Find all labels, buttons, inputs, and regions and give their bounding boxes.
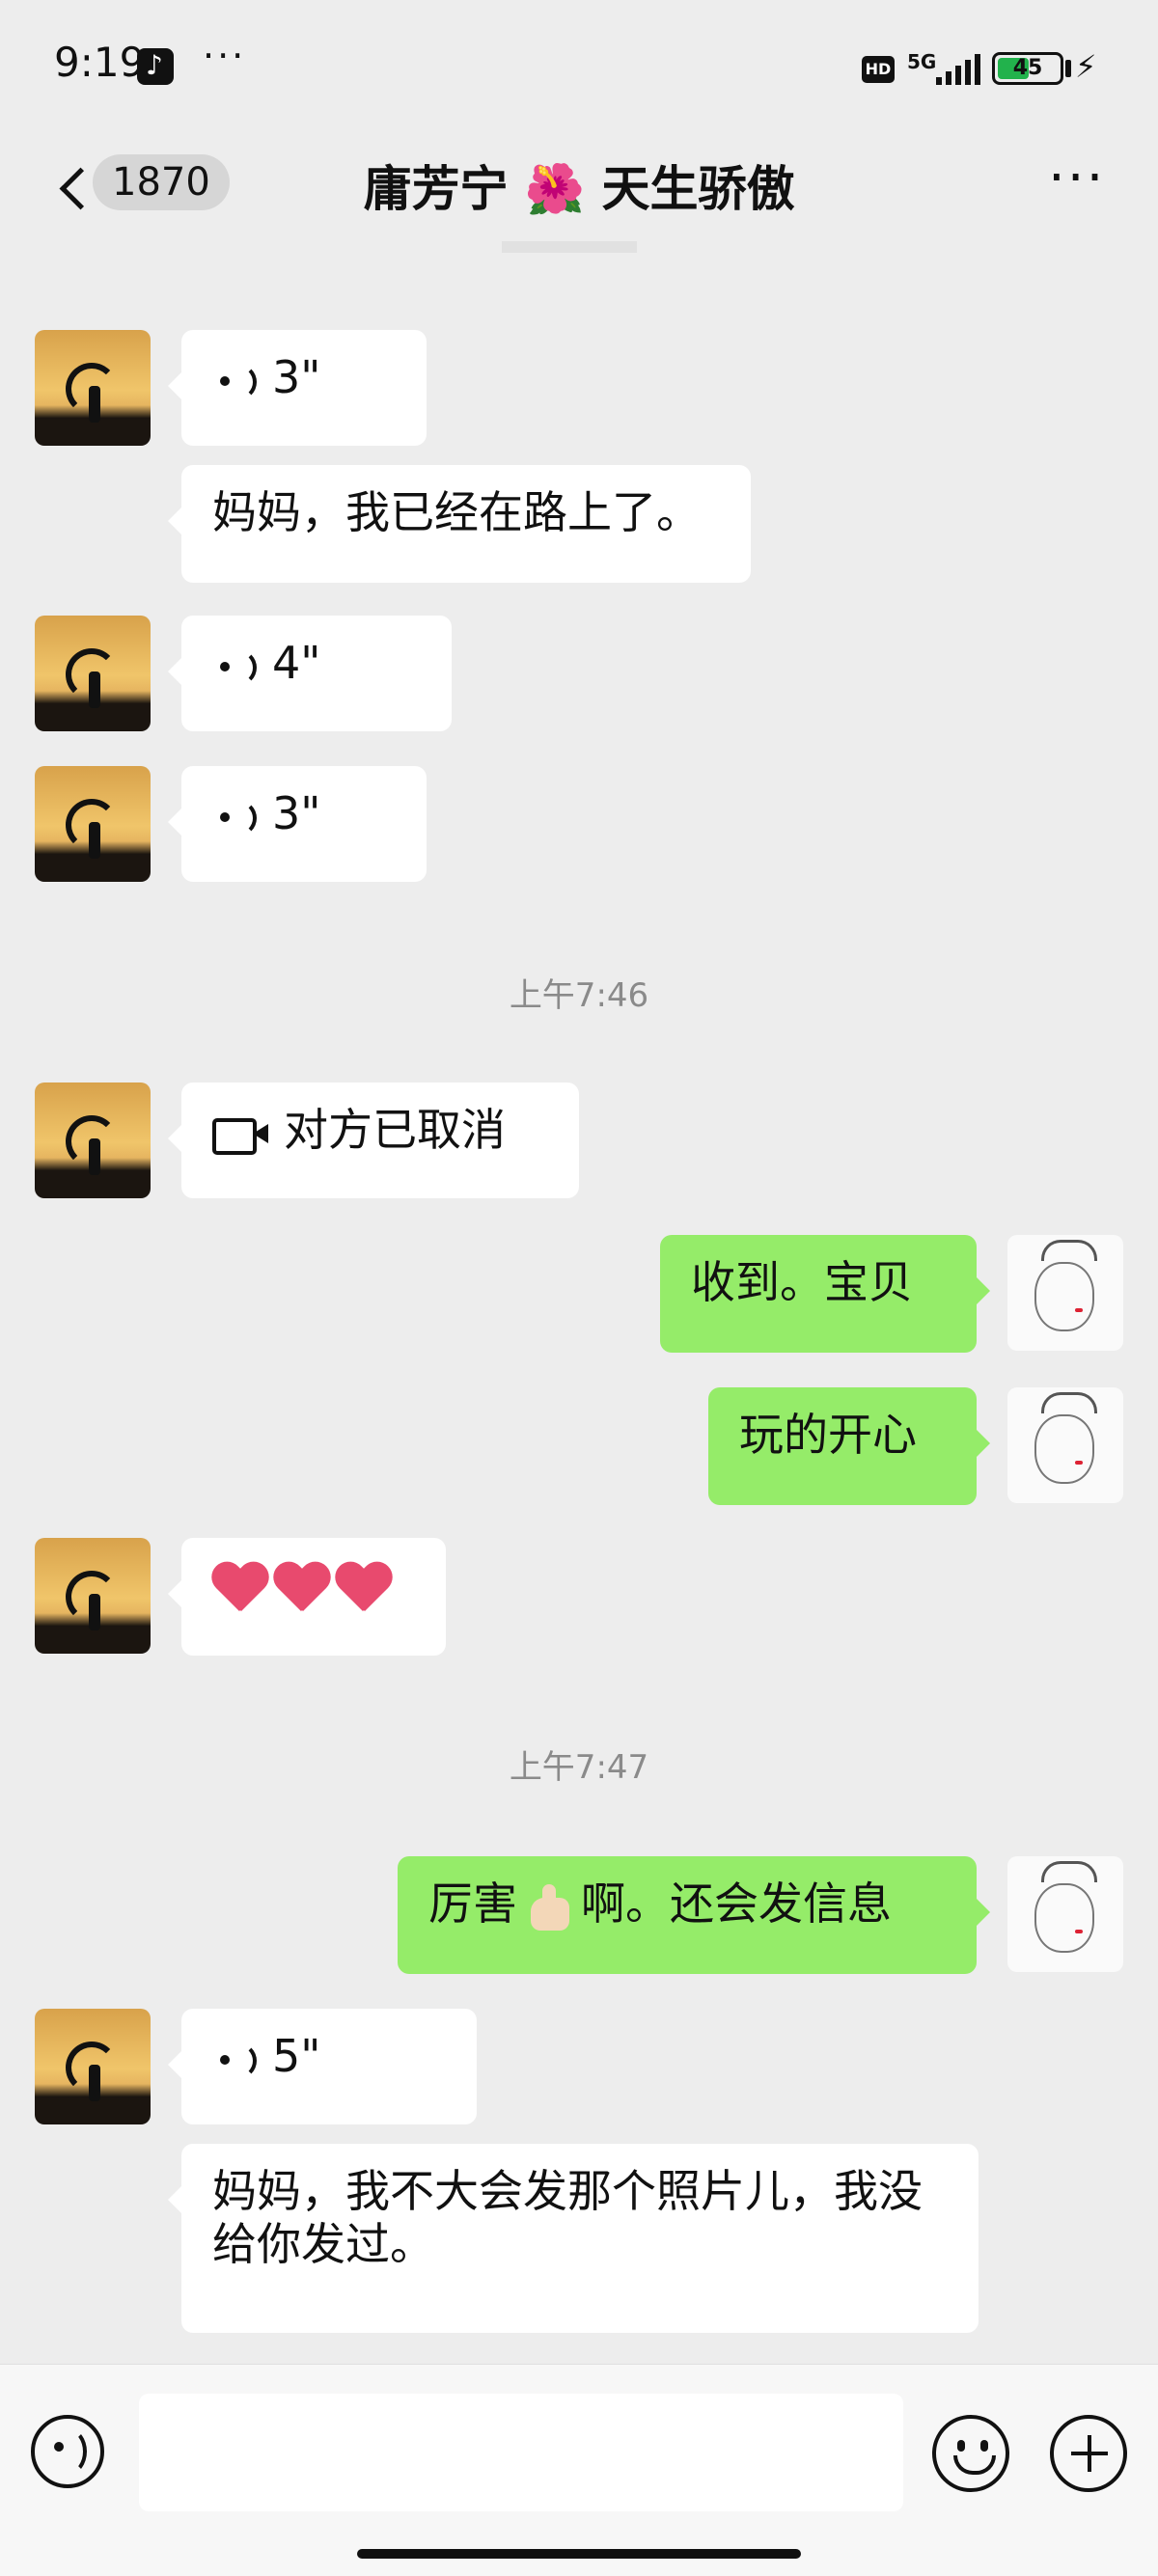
crown-icon <box>1041 1240 1097 1261</box>
message-text-part2: 啊。还会发信息 <box>581 1877 892 1930</box>
voice-message[interactable]: 5" <box>168 2009 477 2124</box>
emoji-message[interactable] <box>168 1538 446 1656</box>
thumbs-up-icon <box>519 1880 579 1934</box>
contact-avatar[interactable] <box>35 766 151 882</box>
message-text: 妈妈，我已经在路上了。 <box>212 486 701 538</box>
voice-icon <box>212 360 257 402</box>
lip-mark <box>1075 1930 1083 1933</box>
voice-input-button[interactable] <box>31 2415 104 2488</box>
face-sketch <box>1034 1262 1094 1331</box>
contact-avatar[interactable] <box>35 330 151 446</box>
voice-duration: 3" <box>272 787 321 839</box>
message-text: 妈妈，我不大会发那个照片儿，我没给你发过。 <box>212 2165 923 2271</box>
sent-text-message[interactable]: 厉害 啊。还会发信息 <box>398 1856 990 1974</box>
voice-message[interactable]: 3" <box>168 766 427 882</box>
voice-message[interactable]: 3" <box>168 330 427 446</box>
voice-duration: 3" <box>272 351 321 403</box>
user-avatar[interactable] <box>1007 1387 1123 1503</box>
lip-mark <box>1075 1308 1083 1312</box>
heart-icon <box>210 1563 268 1619</box>
hd-icon: HD <box>862 56 895 83</box>
more-dots-icon: ··· <box>203 35 247 77</box>
crown-icon <box>1041 1861 1097 1882</box>
message-text-part1: 厉害 <box>428 1877 517 1930</box>
message-text: 收到。宝贝 <box>691 1256 913 1308</box>
user-avatar[interactable] <box>1007 1856 1123 1972</box>
timestamp: 上午7:46 <box>509 976 649 1015</box>
network-label: 5G <box>907 50 937 73</box>
contact-avatar[interactable] <box>35 2009 151 2124</box>
heart-icon <box>334 1563 392 1619</box>
lip-mark <box>1075 1461 1083 1465</box>
battery-tip <box>1065 60 1071 77</box>
voice-icon <box>212 645 257 688</box>
status-time: 9:19 <box>54 39 146 86</box>
heart-icon <box>272 1563 330 1619</box>
sent-text-message[interactable]: 玩的开心 <box>708 1387 990 1505</box>
voice-duration: 5" <box>272 2030 321 2082</box>
timestamp: 上午7:47 <box>509 1748 649 1787</box>
status-bar: 9:19 ··· HD 5G 45 ⚡ <box>0 0 1158 135</box>
home-indicator[interactable] <box>357 2549 801 2559</box>
video-call-message[interactable]: 对方已取消 <box>168 1082 579 1198</box>
text-message[interactable]: 妈妈，我不大会发那个照片儿，我没给你发过。 <box>168 2144 979 2333</box>
charging-icon: ⚡ <box>1075 48 1097 85</box>
signal-icon <box>936 52 980 85</box>
message-text: 对方已取消 <box>284 1104 506 1156</box>
message-input[interactable] <box>139 2394 903 2511</box>
voice-icon <box>212 2039 257 2081</box>
sent-text-message[interactable]: 收到。宝贝 <box>660 1235 990 1353</box>
video-call-icon <box>212 1116 268 1155</box>
voice-message[interactable]: 4" <box>168 616 452 731</box>
battery-level: 45 <box>1012 56 1043 80</box>
contact-avatar[interactable] <box>35 1082 151 1198</box>
more-options-button[interactable]: ··· <box>1048 147 1105 209</box>
user-avatar[interactable] <box>1007 1235 1123 1351</box>
emoji-button[interactable] <box>932 2415 1009 2492</box>
voice-duration: 4" <box>272 637 321 689</box>
crown-icon <box>1041 1392 1097 1413</box>
chat-area[interactable]: 3" 妈妈，我已经在路上了。 4" 3" 上午7:46 对方已取消 收到。宝贝 … <box>0 241 1158 2364</box>
contact-avatar[interactable] <box>35 616 151 731</box>
face-sketch <box>1034 1414 1094 1484</box>
face-sketch <box>1034 1883 1094 1953</box>
tiktok-icon <box>137 48 174 85</box>
chat-header: 1870 庸芳宁 🌺 天生骄傲 ··· <box>0 135 1158 241</box>
input-bar <box>0 2364 1158 2576</box>
add-attachment-button[interactable] <box>1050 2415 1127 2492</box>
text-message[interactable]: 妈妈，我已经在路上了。 <box>168 465 751 583</box>
battery-icon: 45 <box>992 52 1063 85</box>
chat-title: 庸芳宁 🌺 天生骄傲 <box>363 161 795 217</box>
cut-off-timestamp <box>502 241 637 253</box>
voice-icon <box>212 796 257 838</box>
contact-avatar[interactable] <box>35 1538 151 1654</box>
message-text: 玩的开心 <box>739 1409 917 1461</box>
